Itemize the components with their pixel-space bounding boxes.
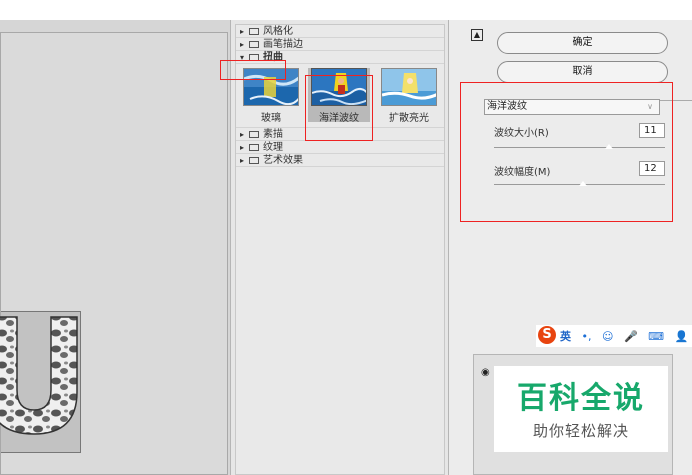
- expand-triangle-icon[interactable]: ▸: [240, 141, 249, 154]
- expand-triangle-icon[interactable]: ▸: [240, 154, 249, 167]
- category-brush-strokes[interactable]: ▸ 画笔描边: [236, 38, 444, 51]
- preview-layer: [0, 311, 81, 453]
- watermark-title: 百科全说: [517, 381, 645, 416]
- folder-icon: [249, 157, 259, 164]
- user-icon[interactable]: 👤: [675, 330, 689, 343]
- category-label: 风格化: [263, 26, 293, 37]
- ime-toolbar[interactable]: S 英 •, ☺ 🎤 ⌨ 👤 👕: [536, 325, 692, 347]
- category-label: 画笔描边: [263, 39, 303, 50]
- watermark: 百科全说 助你轻松解决: [494, 366, 668, 452]
- category-label: 艺术效果: [263, 155, 303, 166]
- category-label: 素描: [263, 129, 283, 140]
- punctuation-icon[interactable]: •,: [582, 330, 592, 343]
- folder-icon: [249, 28, 259, 35]
- preview-canvas[interactable]: [0, 32, 228, 475]
- visibility-eye-icon[interactable]: ◉: [481, 367, 490, 378]
- folder-icon: [249, 41, 259, 48]
- emoji-icon[interactable]: ☺: [602, 330, 613, 343]
- category-label: 纹理: [263, 142, 283, 153]
- thumb-label: 扩散亮光: [389, 113, 429, 124]
- highlight-box-distort: [220, 60, 286, 80]
- sogou-logo-icon[interactable]: S: [538, 326, 556, 344]
- category-stylize[interactable]: ▸ 风格化: [236, 25, 444, 38]
- folder-icon: [249, 131, 259, 138]
- cancel-button[interactable]: 取消: [497, 61, 668, 83]
- expand-triangle-icon[interactable]: ▸: [240, 25, 249, 38]
- watermark-subtitle: 助你轻松解决: [532, 422, 629, 440]
- keyboard-icon[interactable]: ⌨: [648, 330, 664, 343]
- expand-triangle-icon[interactable]: ▸: [240, 128, 249, 141]
- ime-items: 英 •, ☺ 🎤 ⌨ 👤 👕: [560, 328, 692, 344]
- filter-gallery: ▸ 风格化 ▸ 画笔描边 ▾ 扭曲 玻璃 海洋波纹 扩散亮光 ▸ 素描 ▸ 纹理…: [220, 20, 449, 475]
- thumb-label: 玻璃: [261, 113, 281, 124]
- highlight-box-parameters: [460, 82, 673, 222]
- category-texture[interactable]: ▸ 纹理: [236, 141, 444, 154]
- expand-triangle-icon[interactable]: ▸: [240, 38, 249, 51]
- collapse-panel-icon[interactable]: ▲: [471, 29, 483, 41]
- preview-pane[interactable]: [0, 20, 231, 475]
- thumb-diffuse-glow[interactable]: 扩散亮光: [378, 68, 440, 124]
- letter-u-image: [0, 316, 78, 435]
- microphone-icon[interactable]: 🎤: [624, 330, 638, 343]
- category-artistic[interactable]: ▸ 艺术效果: [236, 154, 444, 167]
- diffuse-glow-thumbnail-image: [381, 68, 437, 106]
- highlight-box-ocean-ripple: [305, 75, 373, 141]
- ok-button[interactable]: 确定: [497, 32, 668, 54]
- folder-icon: [249, 144, 259, 151]
- ime-mode-toggle[interactable]: 英: [560, 328, 571, 344]
